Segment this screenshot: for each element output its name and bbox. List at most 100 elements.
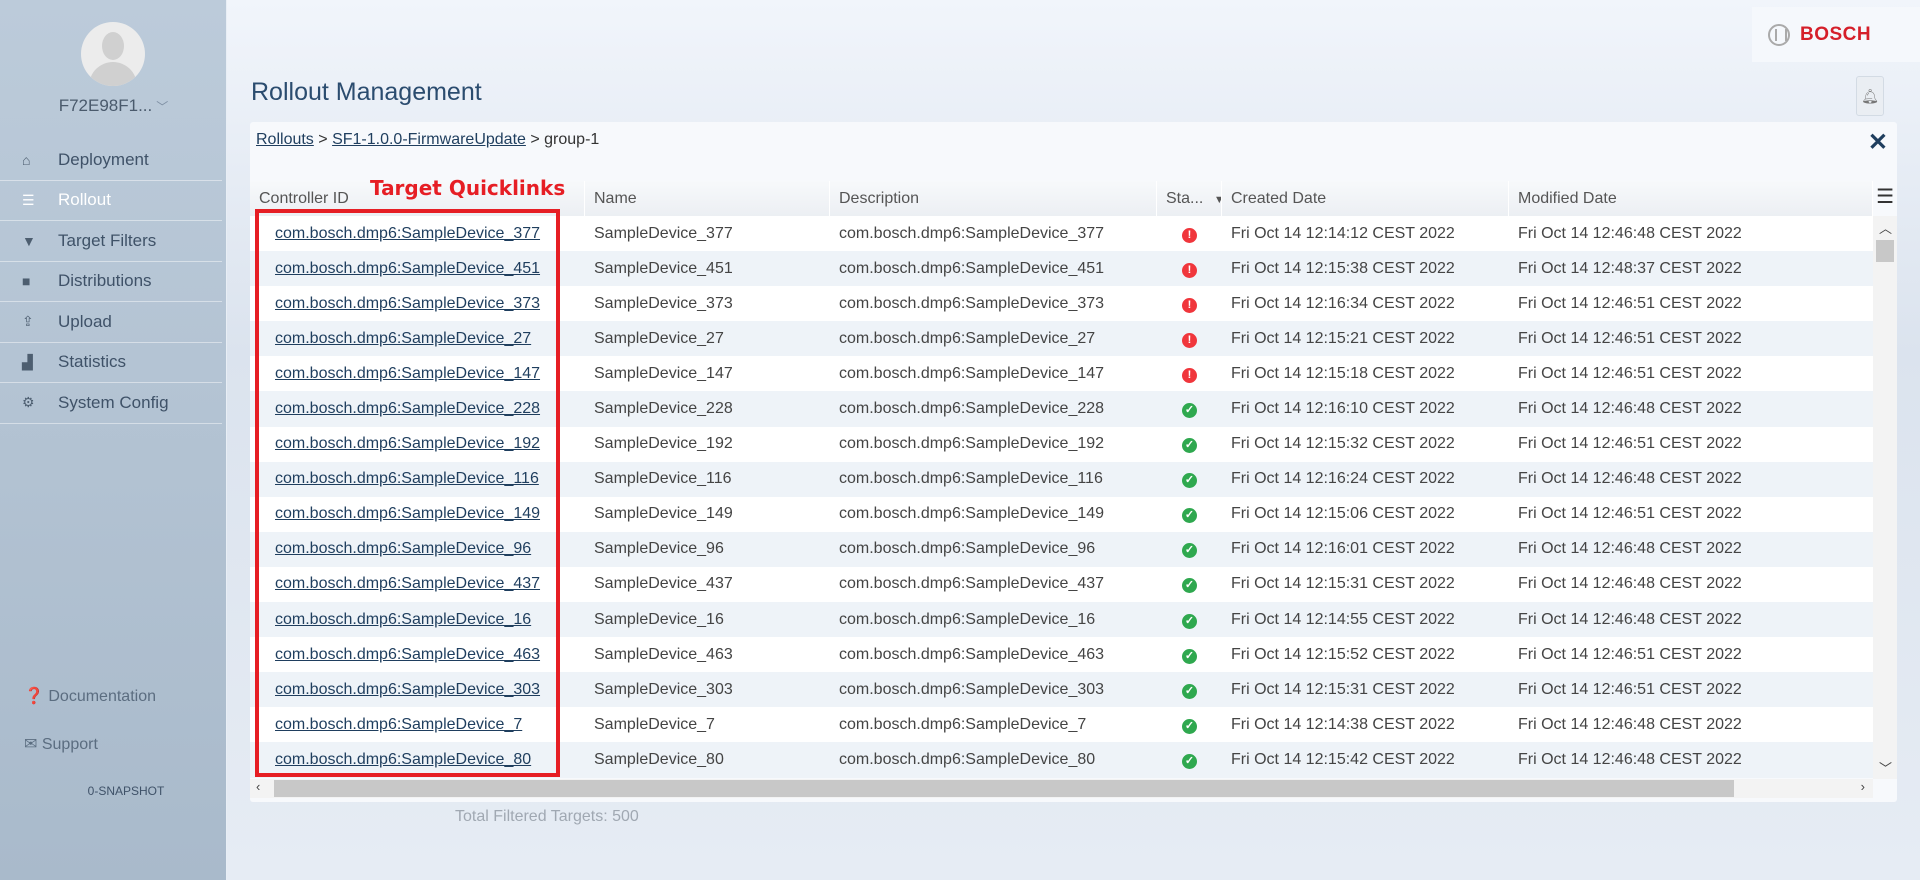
close-button[interactable]: ✕ bbox=[1868, 128, 1888, 157]
scroll-down-icon[interactable]: ﹀ bbox=[1879, 758, 1892, 777]
documentation-link[interactable]: ❓ Documentation bbox=[24, 686, 156, 706]
table-cell: com.bosch.dmp6:SampleDevice_228 bbox=[830, 400, 1157, 418]
controller-id-link[interactable]: com.bosch.dmp6:SampleDevice_437 bbox=[275, 575, 540, 592]
success-status-icon: ✓ bbox=[1182, 718, 1197, 734]
success-status-icon: ✓ bbox=[1182, 683, 1197, 699]
controller-id-link[interactable]: com.bosch.dmp6:SampleDevice_463 bbox=[275, 646, 540, 663]
error-status-icon: ! bbox=[1182, 297, 1197, 313]
sidebar-item-label: System Config bbox=[58, 392, 169, 412]
cell-text: Fri Oct 14 12:14:55 CEST 2022 bbox=[1231, 610, 1455, 628]
scroll-left-icon[interactable]: ‹ bbox=[256, 779, 260, 794]
table-row[interactable]: com.bosch.dmp6:SampleDevice_7 SampleDevic… bbox=[250, 707, 1873, 743]
notification-button[interactable]: 🔔︎ bbox=[1856, 76, 1884, 116]
brand-text: BOSCH bbox=[1800, 23, 1872, 45]
controller-id-link[interactable]: com.bosch.dmp6:SampleDevice_16 bbox=[275, 611, 531, 628]
cell-text: Fri Oct 14 12:46:48 CEST 2022 bbox=[1518, 750, 1742, 768]
controller-id-link[interactable]: com.bosch.dmp6:SampleDevice_303 bbox=[275, 681, 540, 698]
table-row[interactable]: com.bosch.dmp6:SampleDevice_27 SampleDevi… bbox=[250, 321, 1873, 357]
table-cell: SampleDevice_27 bbox=[585, 330, 830, 348]
sidebar-item-target-filters[interactable]: ▼ Target Filters bbox=[0, 221, 222, 262]
success-status-icon: ✓ bbox=[1182, 508, 1197, 524]
table-row[interactable]: com.bosch.dmp6:SampleDevice_451 SampleDev… bbox=[250, 251, 1873, 287]
sidebar-item-rollout[interactable]: ☰ Rollout bbox=[0, 181, 222, 221]
column-header[interactable]: Created Date bbox=[1222, 181, 1509, 216]
table-row[interactable]: com.bosch.dmp6:SampleDevice_437 SampleDev… bbox=[250, 566, 1873, 603]
table-row[interactable]: com.bosch.dmp6:SampleDevice_116 SampleDev… bbox=[250, 461, 1873, 497]
column-header[interactable]: Description bbox=[830, 181, 1157, 216]
table-cell: SampleDevice_228 bbox=[585, 400, 830, 418]
support-link[interactable]: ✉ Support bbox=[24, 734, 98, 754]
table-cell: com.bosch.dmp6:SampleDevice_303 bbox=[830, 681, 1157, 699]
sidebar-item-upload[interactable]: ⇪ Upload bbox=[0, 302, 222, 343]
column-header[interactable]: Name bbox=[585, 181, 830, 216]
sidebar-item-system-config[interactable]: ⚙ System Config bbox=[0, 383, 222, 424]
sort-down-icon[interactable]: ▼ bbox=[1214, 194, 1221, 206]
controller-id-link[interactable]: com.bosch.dmp6:SampleDevice_7 bbox=[275, 716, 522, 733]
controller-id-link[interactable]: com.bosch.dmp6:SampleDevice_96 bbox=[275, 540, 531, 557]
table-row[interactable]: com.bosch.dmp6:SampleDevice_303 SampleDev… bbox=[250, 672, 1873, 708]
controller-id-link[interactable]: com.bosch.dmp6:SampleDevice_149 bbox=[275, 505, 540, 522]
controller-id-link[interactable]: com.bosch.dmp6:SampleDevice_373 bbox=[275, 295, 540, 312]
horizontal-scrollbar[interactable]: ‹ › bbox=[250, 779, 1873, 798]
error-status-icon: ! bbox=[1182, 227, 1197, 243]
controller-id-link[interactable]: com.bosch.dmp6:SampleDevice_147 bbox=[275, 365, 540, 382]
table-row[interactable]: com.bosch.dmp6:SampleDevice_192 SampleDev… bbox=[250, 426, 1873, 462]
table-cell: SampleDevice_7 bbox=[585, 716, 830, 734]
table-cell: com.bosch.dmp6:SampleDevice_16 bbox=[250, 611, 585, 629]
table-row[interactable]: com.bosch.dmp6:SampleDevice_16 SampleDevi… bbox=[250, 602, 1873, 638]
success-status-icon: ✓ bbox=[1182, 473, 1197, 489]
table-row[interactable]: com.bosch.dmp6:SampleDevice_463 SampleDev… bbox=[250, 637, 1873, 673]
table-row[interactable]: com.bosch.dmp6:SampleDevice_80 SampleDevi… bbox=[250, 742, 1873, 778]
table-cell: SampleDevice_463 bbox=[585, 646, 830, 664]
gear-icon: ⚙ bbox=[22, 394, 35, 411]
table-cell: SampleDevice_377 bbox=[585, 225, 830, 243]
success-status-icon: ✓ bbox=[1182, 403, 1197, 419]
column-header[interactable]: Modified Date bbox=[1509, 181, 1873, 216]
controller-id-link[interactable]: com.bosch.dmp6:SampleDevice_116 bbox=[275, 470, 539, 487]
table-cell: ✓ bbox=[1157, 505, 1222, 524]
controller-id-link[interactable]: com.bosch.dmp6:SampleDevice_451 bbox=[275, 260, 540, 277]
table-row[interactable]: com.bosch.dmp6:SampleDevice_96 SampleDevi… bbox=[250, 531, 1873, 567]
controller-id-link[interactable]: com.bosch.dmp6:SampleDevice_27 bbox=[275, 330, 531, 347]
table-cell: com.bosch.dmp6:SampleDevice_373 bbox=[250, 295, 585, 313]
table-cell: Fri Oct 14 12:46:48 CEST 2022 bbox=[1509, 611, 1873, 629]
sidebar-item-statistics[interactable]: ▟ Statistics bbox=[0, 343, 222, 383]
cell-text: com.bosch.dmp6:SampleDevice_7 bbox=[839, 715, 1087, 733]
table-row[interactable]: com.bosch.dmp6:SampleDevice_377 SampleDev… bbox=[250, 216, 1873, 252]
sidebar-item-distributions[interactable]: ■ Distributions bbox=[0, 262, 222, 302]
table-cell: com.bosch.dmp6:SampleDevice_16 bbox=[830, 611, 1157, 629]
column-menu-icon[interactable]: ☰ bbox=[1876, 184, 1894, 209]
scroll-up-icon[interactable]: ︿ bbox=[1879, 218, 1892, 237]
cell-text: com.bosch.dmp6:SampleDevice_27 bbox=[839, 329, 1096, 347]
table-cell: SampleDevice_16 bbox=[585, 611, 830, 629]
cell-text: SampleDevice_228 bbox=[594, 400, 733, 418]
column-header[interactable]: Sta... ▼ bbox=[1157, 181, 1222, 216]
cell-text: com.bosch.dmp6:SampleDevice_116 bbox=[839, 470, 1103, 488]
targets-table: com.bosch.dmp6:SampleDevice_377 SampleDev… bbox=[250, 216, 1873, 779]
breadcrumb-rollout[interactable]: SF1-1.0.0-FirmwareUpdate bbox=[332, 131, 526, 148]
sidebar-item-deployment[interactable]: ⌂ Deployment bbox=[0, 140, 222, 181]
scroll-right-icon[interactable]: › bbox=[1861, 779, 1865, 794]
close-icon: ✕ bbox=[1867, 129, 1888, 156]
table-cell: com.bosch.dmp6:SampleDevice_116 bbox=[250, 470, 585, 488]
support-label: Support bbox=[41, 736, 98, 753]
table-cell: com.bosch.dmp6:SampleDevice_463 bbox=[830, 646, 1157, 664]
controller-id-link[interactable]: com.bosch.dmp6:SampleDevice_80 bbox=[275, 751, 531, 768]
table-row[interactable]: com.bosch.dmp6:SampleDevice_147 SampleDev… bbox=[250, 356, 1873, 392]
vertical-scrollbar[interactable]: ︿ ﹀ bbox=[1873, 216, 1897, 779]
breadcrumb-rollouts[interactable]: Rollouts bbox=[256, 131, 314, 148]
controller-id-link[interactable]: com.bosch.dmp6:SampleDevice_377 bbox=[275, 225, 540, 242]
cell-text: Fri Oct 14 12:46:51 CEST 2022 bbox=[1518, 294, 1742, 312]
cell-text: Fri Oct 14 12:15:06 CEST 2022 bbox=[1231, 505, 1455, 523]
user-menu[interactable]: F72E98F1... ﹀ bbox=[0, 96, 227, 116]
controller-id-link[interactable]: com.bosch.dmp6:SampleDevice_192 bbox=[275, 435, 540, 452]
table-row[interactable]: com.bosch.dmp6:SampleDevice_373 SampleDev… bbox=[250, 286, 1873, 322]
table-cell: Fri Oct 14 12:46:51 CEST 2022 bbox=[1509, 330, 1873, 348]
cell-text: SampleDevice_437 bbox=[594, 575, 733, 593]
table-cell: Fri Oct 14 12:46:51 CEST 2022 bbox=[1509, 365, 1873, 383]
table-row[interactable]: com.bosch.dmp6:SampleDevice_149 SampleDev… bbox=[250, 496, 1873, 532]
avatar[interactable] bbox=[81, 22, 145, 86]
controller-id-link[interactable]: com.bosch.dmp6:SampleDevice_228 bbox=[275, 400, 540, 417]
table-row[interactable]: com.bosch.dmp6:SampleDevice_228 SampleDev… bbox=[250, 391, 1873, 427]
cell-text: Fri Oct 14 12:46:51 CEST 2022 bbox=[1518, 329, 1742, 347]
